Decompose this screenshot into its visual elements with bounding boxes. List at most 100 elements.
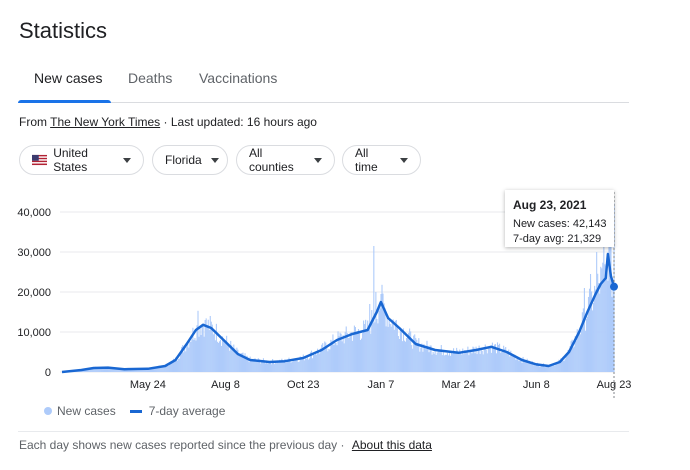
filter-country[interactable]: United States bbox=[19, 145, 144, 175]
daily-cases-bar bbox=[431, 354, 433, 372]
daily-cases-bar bbox=[369, 304, 371, 372]
daily-cases-bar bbox=[168, 364, 170, 372]
daily-cases-bar bbox=[392, 319, 394, 372]
daily-cases-bar bbox=[405, 338, 408, 372]
daily-cases-bar bbox=[480, 349, 482, 372]
daily-cases-bar bbox=[212, 334, 214, 372]
daily-cases-bar bbox=[247, 359, 249, 372]
y-tick-label: 20,000 bbox=[17, 287, 51, 299]
daily-cases-bar bbox=[388, 318, 390, 372]
daily-cases-bar bbox=[179, 358, 181, 372]
daily-cases-bar bbox=[445, 354, 447, 372]
daily-cases-bar bbox=[221, 336, 224, 372]
daily-cases-bar bbox=[175, 360, 178, 372]
daily-cases-bar bbox=[411, 345, 413, 372]
daily-cases-bar bbox=[538, 366, 540, 372]
filter-time-range[interactable]: All time bbox=[342, 145, 421, 175]
daily-cases-bar bbox=[206, 326, 208, 372]
daily-cases-bar bbox=[513, 356, 515, 372]
daily-cases-bar bbox=[595, 289, 597, 372]
daily-cases-bar bbox=[450, 352, 453, 372]
daily-cases-bar bbox=[437, 349, 439, 372]
daily-cases-bar bbox=[394, 320, 396, 372]
daily-cases-bar bbox=[351, 340, 353, 372]
daily-cases-bar bbox=[373, 246, 375, 372]
daily-cases-bar bbox=[492, 347, 494, 372]
legend-new-cases-swatch bbox=[44, 407, 52, 415]
daily-cases-bar bbox=[323, 349, 325, 372]
daily-cases-bar bbox=[336, 345, 338, 372]
daily-cases-bar bbox=[517, 358, 519, 372]
tab-new-cases[interactable]: New cases bbox=[34, 70, 102, 86]
daily-cases-bar bbox=[446, 352, 448, 372]
daily-cases-bar bbox=[331, 341, 333, 372]
daily-cases-bar bbox=[352, 335, 354, 372]
daily-cases-bar bbox=[507, 353, 509, 372]
daily-cases-bar bbox=[422, 351, 424, 372]
daily-cases-bar bbox=[368, 328, 370, 372]
tab-vaccinations[interactable]: Vaccinations bbox=[199, 70, 277, 86]
us-flag-icon bbox=[32, 154, 48, 166]
daily-cases-bar bbox=[389, 323, 391, 372]
source-separator: · bbox=[163, 115, 168, 129]
daily-cases-bar bbox=[328, 348, 330, 372]
daily-cases-bar bbox=[427, 345, 429, 372]
daily-cases-bar bbox=[238, 354, 240, 372]
daily-cases-bar bbox=[223, 340, 225, 372]
legend-new-cases-label: New cases bbox=[57, 404, 116, 418]
about-data-link[interactable]: About this data bbox=[352, 438, 432, 452]
daily-cases-bar bbox=[404, 341, 407, 372]
daily-cases-bar bbox=[607, 280, 609, 372]
daily-cases-bar bbox=[243, 356, 245, 372]
daily-cases-bar bbox=[191, 339, 193, 372]
daily-cases-bar bbox=[583, 288, 585, 372]
daily-cases-bar bbox=[229, 350, 231, 372]
daily-cases-bar bbox=[532, 365, 534, 372]
filter-county[interactable]: All counties bbox=[236, 145, 335, 175]
source-link[interactable]: The New York Times bbox=[50, 115, 160, 129]
daily-cases-bar bbox=[220, 345, 223, 372]
filter-state[interactable]: Florida bbox=[152, 145, 228, 175]
daily-cases-bar bbox=[400, 329, 402, 372]
daily-cases-bar bbox=[521, 362, 523, 372]
last-updated: Last updated: 16 hours ago bbox=[170, 115, 317, 129]
daily-cases-bar bbox=[334, 343, 336, 372]
daily-cases-bar bbox=[476, 354, 478, 372]
daily-cases-bar bbox=[540, 366, 543, 372]
daily-cases-bar bbox=[213, 333, 215, 372]
daily-cases-bar bbox=[602, 262, 604, 372]
hover-point bbox=[610, 282, 618, 291]
daily-cases-bar bbox=[439, 349, 441, 372]
daily-cases-bar bbox=[184, 346, 186, 372]
daily-cases-bar bbox=[324, 341, 326, 372]
daily-cases-bar bbox=[417, 342, 419, 372]
daily-cases-bar bbox=[579, 334, 581, 372]
daily-cases-bar bbox=[501, 352, 503, 372]
daily-cases-bar bbox=[248, 362, 250, 372]
daily-cases-bar bbox=[188, 347, 190, 372]
daily-cases-bar bbox=[515, 359, 517, 372]
daily-cases-bar bbox=[506, 352, 508, 372]
source-prefix: From bbox=[19, 115, 47, 129]
daily-cases-bar bbox=[278, 362, 280, 372]
daily-cases-bar bbox=[358, 333, 361, 372]
daily-cases-bar bbox=[252, 360, 254, 372]
daily-cases-bar bbox=[298, 361, 300, 372]
daily-cases-bar bbox=[264, 363, 267, 372]
daily-cases-bar bbox=[461, 354, 463, 372]
daily-cases-bar bbox=[598, 283, 600, 372]
tab-bar: New cases Deaths Vaccinations bbox=[18, 62, 629, 103]
daily-cases-bar bbox=[585, 318, 587, 372]
daily-cases-bar bbox=[270, 362, 272, 372]
daily-cases-bar bbox=[350, 332, 352, 372]
daily-cases-bar bbox=[477, 349, 479, 372]
daily-cases-bar bbox=[308, 358, 310, 372]
daily-cases-bar bbox=[435, 354, 437, 372]
daily-cases-bar bbox=[396, 325, 398, 372]
daily-cases-bar bbox=[217, 342, 219, 372]
tab-deaths[interactable]: Deaths bbox=[128, 70, 172, 86]
daily-cases-bar bbox=[440, 345, 442, 372]
daily-cases-bar bbox=[313, 354, 316, 372]
daily-cases-bar bbox=[496, 342, 499, 372]
daily-cases-bar bbox=[486, 353, 488, 372]
